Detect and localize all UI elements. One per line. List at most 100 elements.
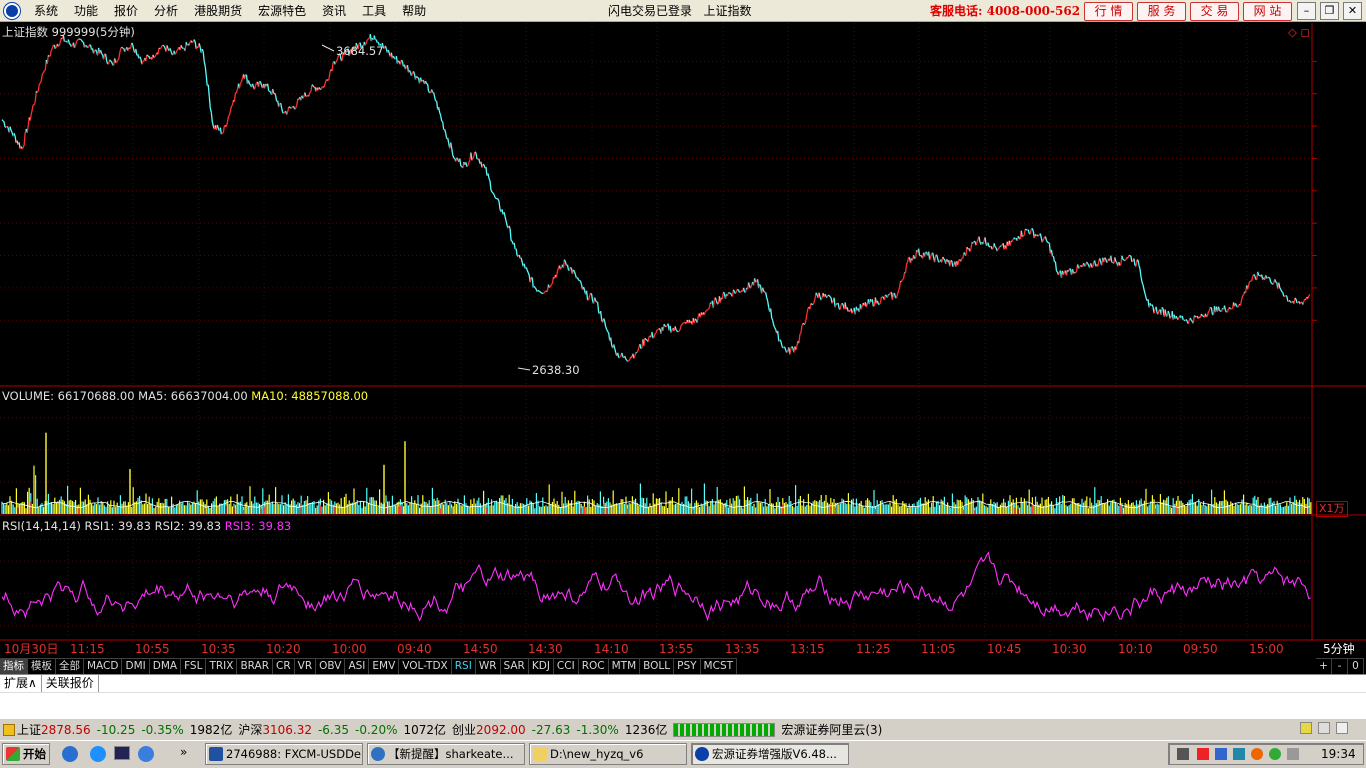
task-browser[interactable]: 【新提醒】sharkeate...: [367, 743, 525, 765]
connection-icon[interactable]: [1300, 722, 1312, 734]
minimize-icon[interactable]: –: [1297, 2, 1316, 20]
price-segment: [174, 52, 177, 55]
menu-quote[interactable]: 报价: [106, 0, 146, 22]
sh-change: -10.25: [96, 722, 136, 737]
restore-icon[interactable]: ❐: [1320, 2, 1339, 20]
price-segment: [551, 277, 555, 284]
high-marker: [321, 44, 335, 52]
ticker-icon[interactable]: [3, 723, 15, 736]
chart-canvas[interactable]: [0, 23, 1366, 659]
trade-button[interactable]: 交 易: [1190, 2, 1239, 21]
tab-vol-tdx[interactable]: VOL-TDX: [399, 658, 452, 674]
service-button[interactable]: 服 务: [1137, 2, 1186, 21]
x-tick-label: 13:15: [790, 642, 825, 656]
price-segment: [33, 101, 36, 106]
tab-boll[interactable]: BOLL: [640, 658, 675, 674]
volume-icon[interactable]: [1287, 748, 1299, 760]
price-segment: [493, 194, 496, 198]
tab-roc[interactable]: ROC: [578, 658, 609, 674]
browser-icon[interactable]: [62, 746, 78, 762]
price-segment: [799, 332, 802, 335]
price-segment: [548, 286, 551, 289]
x-tick-label: 13:35: [725, 642, 760, 656]
clock[interactable]: 19:34: [1321, 747, 1356, 761]
tab-kdj[interactable]: KDJ: [528, 658, 554, 674]
menu-hk-futures[interactable]: 港股期货: [186, 0, 250, 22]
settings-icon[interactable]: [1336, 722, 1348, 734]
tab-emv[interactable]: EMV: [369, 658, 400, 674]
shield-icon[interactable]: [1233, 748, 1245, 760]
tab-wr[interactable]: WR: [475, 658, 501, 674]
tab-sar[interactable]: SAR: [500, 658, 529, 674]
flag-icon[interactable]: [1197, 748, 1209, 760]
price-segment: [1141, 281, 1144, 286]
tab-dma[interactable]: DMA: [149, 658, 182, 674]
update-icon[interactable]: [1269, 748, 1281, 760]
tab-psy[interactable]: PSY: [674, 658, 701, 674]
tab-全部[interactable]: 全部: [56, 658, 84, 674]
security-icon[interactable]: [1251, 748, 1263, 760]
tab-brar[interactable]: BRAR: [237, 658, 273, 674]
price-segment: [87, 46, 89, 49]
tab-vr[interactable]: VR: [294, 658, 317, 674]
chart-settings-icon[interactable]: ◇ ◻: [1288, 25, 1310, 39]
network-icon[interactable]: [1215, 748, 1227, 760]
tab-add-button[interactable]: +: [1316, 658, 1332, 674]
tab-指标[interactable]: 指标: [0, 658, 28, 674]
tab-trix[interactable]: TRIX: [206, 658, 238, 674]
price-segment: [1185, 319, 1188, 322]
tab-macd[interactable]: MACD: [84, 658, 123, 674]
tab-obv[interactable]: OBV: [316, 658, 346, 674]
menu-function[interactable]: 功能: [66, 0, 106, 22]
price-segment: [80, 39, 84, 43]
tab-模板[interactable]: 模板: [28, 658, 56, 674]
related-quote-tab[interactable]: 关联报价: [42, 675, 99, 692]
website-button[interactable]: 网 站: [1243, 2, 1292, 21]
menu-analysis[interactable]: 分析: [146, 0, 186, 22]
tab-cr[interactable]: CR: [273, 658, 295, 674]
tab-reset-button[interactable]: 0: [1348, 658, 1364, 674]
price-segment: [1192, 315, 1195, 324]
keyboard-icon[interactable]: [1177, 748, 1189, 760]
more-icon[interactable]: »: [180, 745, 187, 759]
sh-amount: 1982亿: [189, 723, 233, 737]
price-segment: [34, 91, 37, 103]
period-label[interactable]: 5分钟: [1323, 642, 1355, 656]
ie-icon[interactable]: [90, 746, 106, 762]
task-folder[interactable]: D:\new_hyzq_v6: [529, 743, 687, 765]
close-icon[interactable]: ✕: [1343, 2, 1362, 20]
desktop-icon[interactable]: [114, 746, 130, 760]
task-label: 【新提醒】sharkeate...: [388, 747, 514, 761]
menu-hongyuan[interactable]: 宏源特色: [250, 0, 314, 22]
price-segment: [829, 296, 832, 299]
ie2-icon[interactable]: [138, 746, 154, 762]
price-segment: [312, 85, 315, 88]
quote-button[interactable]: 行 情: [1084, 2, 1133, 21]
tab-cci[interactable]: CCI: [553, 658, 579, 674]
menu-help[interactable]: 帮助: [394, 0, 434, 22]
chart-area[interactable]: 上证指数 999999(5分钟) ◇ ◻ 3684.57 2638.30 VOL…: [0, 23, 1366, 659]
task-hongyuan[interactable]: 宏源证券增强版V6.48...: [691, 743, 849, 765]
cy-name: 创业: [452, 723, 477, 737]
tab-asi[interactable]: ASI: [345, 658, 370, 674]
price-segment: [272, 88, 275, 94]
tab-rsi[interactable]: RSI: [451, 658, 476, 674]
tab-mtm[interactable]: MTM: [608, 658, 641, 674]
price-segment: [559, 266, 563, 270]
volume-header: VOLUME: 66170688.00 MA5: 66637004.00 MA1…: [2, 389, 368, 403]
menu-system[interactable]: 系统: [26, 0, 66, 22]
price-segment: [585, 290, 589, 301]
tab-fsl[interactable]: FSL: [181, 658, 207, 674]
tab-mcst[interactable]: MCST: [700, 658, 738, 674]
menu-tools[interactable]: 工具: [354, 0, 394, 22]
tab-dmi[interactable]: DMI: [122, 658, 150, 674]
expand-tab[interactable]: 扩展∧: [0, 675, 42, 692]
market-breadth-bar: [673, 722, 776, 737]
price-segment: [826, 294, 829, 298]
menu-news[interactable]: 资讯: [314, 0, 354, 22]
start-button[interactable]: 开始: [2, 743, 50, 765]
task-fxcm[interactable]: 2746988: FXCM-USDDe...: [205, 743, 363, 765]
price-segment: [275, 95, 278, 102]
tab-remove-button[interactable]: -: [1332, 658, 1348, 674]
price-segment: [431, 89, 434, 93]
